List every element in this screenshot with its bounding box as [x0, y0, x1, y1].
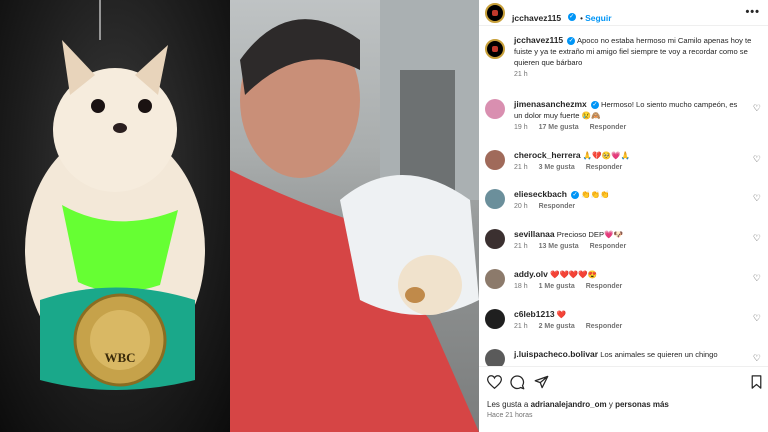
reply-button[interactable]: Responder — [586, 283, 623, 290]
comment-time: 20 h — [514, 203, 528, 210]
comment-text: ❤️❤️❤️❤️😍 — [549, 270, 598, 279]
comments-list[interactable]: jcchavez115 ✓ Apoco no estaba hermoso mi… — [479, 27, 768, 366]
like-comment-heart-icon[interactable]: ♡ — [753, 233, 761, 244]
comment-username[interactable]: sevillanaa — [514, 229, 555, 239]
dog-illustration: WBC — [25, 0, 205, 390]
like-comment-heart-icon[interactable]: ♡ — [753, 273, 761, 284]
reply-button[interactable]: Responder — [590, 243, 627, 250]
comment-text: ❤️ — [556, 310, 567, 319]
comment-meta: 21 h 2 Me gusta Responder — [514, 323, 742, 330]
verified-icon: ✓ — [567, 37, 576, 45]
author-line: jcchavez115 ✓ • Seguir — [512, 8, 612, 26]
comment-likes[interactable]: 17 Me gusta — [539, 124, 579, 131]
commenter-avatar[interactable] — [485, 269, 505, 289]
commenter-avatar[interactable] — [485, 309, 505, 329]
comment-body: j.luispacheco.bolivar Los animales se qu… — [514, 349, 742, 360]
commenter-avatar[interactable] — [485, 229, 505, 249]
like-comment-heart-icon[interactable]: ♡ — [753, 313, 761, 324]
comment-body: c6leb1213 ❤️ 21 h 2 Me gusta Responder — [514, 309, 742, 330]
post-header: jcchavez115 ✓ • Seguir ••• — [479, 0, 768, 26]
reply-button[interactable]: Responder — [586, 323, 623, 330]
caption-username[interactable]: jcchavez115 — [514, 35, 563, 45]
comment-time: 19 h — [514, 124, 528, 131]
comment-text: Precioso DEP💗🐶 — [556, 230, 623, 239]
comment-likes[interactable]: 2 Me gusta — [539, 323, 575, 330]
like-comment-heart-icon[interactable]: ♡ — [753, 154, 761, 165]
commenter-avatar[interactable] — [485, 189, 505, 209]
reply-button[interactable]: Responder — [586, 164, 623, 171]
caption-body: jcchavez115 ✓ Apoco no estaba hermoso mi… — [514, 35, 754, 78]
commenter-avatar[interactable] — [485, 99, 505, 119]
like-comment-heart-icon[interactable]: ♡ — [753, 103, 761, 114]
comment-likes[interactable]: 1 Me gusta — [539, 283, 575, 290]
like-comment-heart-icon[interactable]: ♡ — [753, 193, 761, 204]
comment-time: 21 h — [514, 323, 528, 330]
comment-meta: 20 h Responder — [514, 203, 742, 210]
verified-icon: ✓ — [590, 101, 599, 109]
likes-summary: Les gusta a adrianalejandro_om y persona… — [487, 400, 669, 409]
comment-username[interactable]: elieseckbach — [514, 189, 567, 199]
caption-avatar[interactable] — [485, 39, 505, 59]
comment-body: elieseckbach ✓ 👏👏👏 20 h Responder — [514, 189, 742, 210]
comment-body: sevillanaa Precioso DEP💗🐶 21 h 13 Me gus… — [514, 229, 742, 250]
more-likes-link[interactable]: personas más — [615, 400, 669, 409]
liked-by-username[interactable]: adrianalejandro_om — [531, 400, 607, 409]
comment-icon[interactable] — [510, 375, 525, 390]
post-media[interactable]: WBC — [0, 0, 479, 432]
verified-icon: ✓ — [571, 191, 580, 199]
comment-time: 21 h — [514, 164, 528, 171]
man-illustration — [230, 0, 479, 432]
comment-username[interactable]: jimenasanchezmx — [514, 99, 587, 109]
comment-text: Los animales se quieren un chingo — [600, 350, 718, 359]
comment-text: 🙏💔🥺💗🙏 — [582, 151, 631, 160]
post-panel: jcchavez115 ✓ • Seguir ••• jcchavez115 ✓… — [479, 0, 768, 432]
caption-text-block: jcchavez115 ✓ Apoco no estaba hermoso mi… — [514, 35, 754, 68]
comment-likes[interactable]: 13 Me gusta — [539, 243, 579, 250]
post-time: Hace 21 horas — [487, 412, 533, 419]
comment-meta: 21 h 13 Me gusta Responder — [514, 243, 742, 250]
comment-body: cherock_herrera 🙏💔🥺💗🙏 21 h 3 Me gusta Re… — [514, 150, 742, 171]
comment-text: 👏👏👏 — [581, 190, 610, 199]
comment-body: addy.olv ❤️❤️❤️❤️😍 18 h 1 Me gusta Respo… — [514, 269, 742, 290]
comment-username[interactable]: j.luispacheco.bolivar — [514, 349, 598, 359]
man-photo — [230, 0, 479, 432]
bookmark-icon[interactable] — [751, 375, 762, 389]
comment-username[interactable]: addy.olv — [514, 269, 548, 279]
author-username[interactable]: jcchavez115 — [512, 13, 561, 23]
belt-text: WBC — [104, 350, 135, 365]
comment-username[interactable]: c6leb1213 — [514, 309, 555, 319]
commenter-avatar[interactable] — [485, 150, 505, 170]
comment-meta: 18 h 1 Me gusta Responder — [514, 283, 742, 290]
comment-meta: 19 h 17 Me gusta Responder — [514, 124, 742, 131]
comment-time: 18 h — [514, 283, 528, 290]
share-icon[interactable] — [534, 375, 549, 389]
more-options-icon[interactable]: ••• — [745, 6, 760, 18]
caption-time: 21 h — [514, 71, 528, 78]
author-avatar[interactable] — [485, 3, 505, 23]
follow-button[interactable]: Seguir — [585, 13, 611, 23]
commenter-avatar[interactable] — [485, 349, 505, 366]
reply-button[interactable]: Responder — [539, 203, 576, 210]
heart-icon[interactable] — [487, 375, 502, 389]
comment-meta: 21 h 3 Me gusta Responder — [514, 164, 742, 171]
comment-body: jimenasanchezmx ✓ Hermoso! Lo siento muc… — [514, 99, 742, 131]
comment-likes[interactable]: 3 Me gusta — [539, 164, 575, 171]
dog-photo: WBC — [0, 0, 230, 432]
like-comment-heart-icon[interactable]: ♡ — [753, 353, 761, 364]
comment-username[interactable]: cherock_herrera — [514, 150, 581, 160]
caption-meta: 21 h — [514, 71, 754, 78]
action-bar: Les gusta a adrianalejandro_om y persona… — [479, 366, 768, 432]
comment-time: 21 h — [514, 243, 528, 250]
verified-icon: ✓ — [567, 12, 576, 21]
reply-button[interactable]: Responder — [590, 124, 627, 131]
